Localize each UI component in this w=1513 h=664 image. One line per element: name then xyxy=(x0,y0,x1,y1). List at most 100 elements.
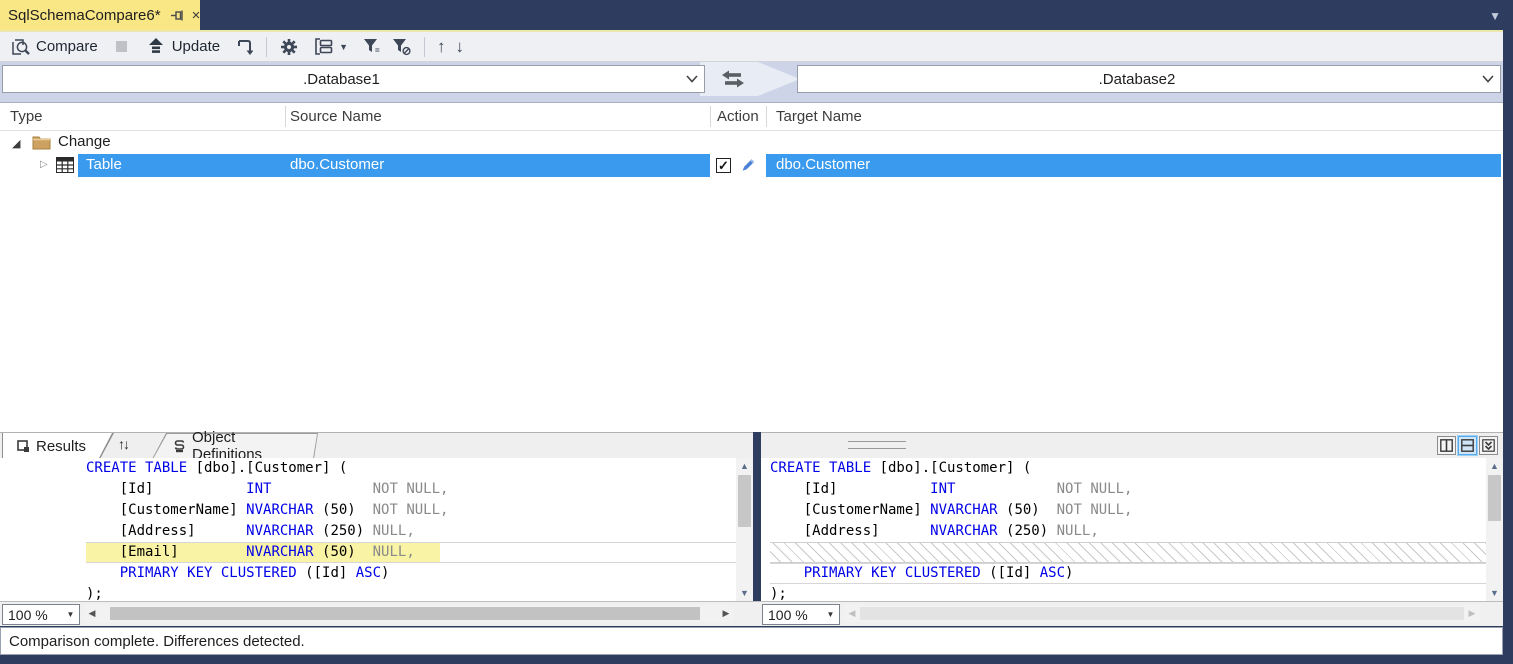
table-row[interactable]: ▷ Table dbo.Customer ✓ xyxy=(0,154,1503,177)
scroll-left-icon[interactable]: ◀ xyxy=(84,608,100,619)
target-zoom-combo[interactable]: 100 % ▼ xyxy=(762,604,840,625)
window-list-caret-icon[interactable]: ▼ xyxy=(1489,9,1501,23)
scroll-left-icon[interactable]: ◀ xyxy=(844,608,860,619)
expander-collapsed-icon[interactable]: ▷ xyxy=(40,159,48,170)
document-tab-strip: SqlSchemaCompare6* × ▼ xyxy=(0,0,1513,30)
missing-line-hatch xyxy=(770,542,1486,563)
update-label: Update xyxy=(172,38,220,55)
chevron-down-icon: ▼ xyxy=(62,610,79,619)
scrollbar-thumb[interactable] xyxy=(1488,475,1501,521)
horizontal-split-button[interactable] xyxy=(1458,436,1477,455)
group-by-icon xyxy=(313,37,333,57)
source-zoom-value: 100 % xyxy=(3,607,62,623)
scroll-up-icon[interactable]: ▲ xyxy=(736,458,753,474)
sort-order-toggle[interactable]: ↑↓ xyxy=(118,436,128,452)
target-horizontal-scrollbar[interactable]: ◀ ▶ xyxy=(844,605,1480,622)
previous-difference-icon[interactable]: ↑ xyxy=(437,37,446,57)
selected-row-target-segment[interactable]: dbo.Customer xyxy=(766,154,1501,177)
column-header-action[interactable]: Action xyxy=(717,108,759,125)
code-line: ); xyxy=(86,584,736,601)
column-separator[interactable] xyxy=(710,106,711,127)
svg-text:=: = xyxy=(375,46,380,55)
target-database-combo[interactable]: .Database2 xyxy=(797,65,1501,93)
chevron-down-icon: ▼ xyxy=(822,610,839,619)
collapse-pane-button[interactable] xyxy=(1479,436,1498,455)
filter-equal-icon[interactable]: = xyxy=(362,37,382,57)
scrollbar-track[interactable] xyxy=(100,605,718,622)
scrollbar-track[interactable] xyxy=(860,605,1464,622)
code-line: PRIMARY KEY CLUSTERED ([Id] ASC) xyxy=(86,563,736,584)
tab-results[interactable]: Results xyxy=(2,433,114,459)
results-body: CREATE TABLE [dbo].[Customer] ( [Id] INT… xyxy=(0,458,1503,601)
scrollbar-thumb[interactable] xyxy=(860,607,1464,620)
toolbar: Compare Update xyxy=(0,32,1503,62)
pin-icon[interactable] xyxy=(170,9,183,22)
update-icon xyxy=(146,37,166,57)
tab-object-definitions[interactable]: Object Definitions xyxy=(152,433,318,459)
document-tab[interactable]: SqlSchemaCompare6* × xyxy=(0,0,200,30)
column-header-source[interactable]: Source Name xyxy=(290,108,382,125)
group-results-button[interactable]: ▼ xyxy=(309,35,352,59)
compare-label: Compare xyxy=(36,38,98,55)
splitter-grip[interactable] xyxy=(848,441,906,449)
grid-header: Type Source Name Action Target Name xyxy=(0,103,1503,131)
filter-clear-icon[interactable] xyxy=(392,37,412,57)
target-zoom-value: 100 % xyxy=(763,607,822,623)
source-zoom-combo[interactable]: 100 % ▼ xyxy=(2,604,80,625)
generate-script-icon[interactable] xyxy=(234,37,254,57)
source-database-combo[interactable]: .Database1 xyxy=(2,65,705,93)
direction-arrow-shape xyxy=(700,62,800,96)
column-header-target[interactable]: Target Name xyxy=(776,108,862,125)
target-code-pane[interactable]: CREATE TABLE [dbo].[Customer] ( [Id] INT… xyxy=(770,458,1486,601)
code-line: CREATE TABLE [dbo].[Customer] ( xyxy=(770,458,1486,479)
vertical-split-button[interactable] xyxy=(1437,436,1456,455)
toolbar-separator xyxy=(424,37,425,57)
code-line: [Email] NVARCHAR (50) NULL, xyxy=(86,542,736,563)
next-difference-icon[interactable]: ↓ xyxy=(456,37,465,57)
group-row-label: Change xyxy=(58,133,111,150)
compare-button[interactable]: Compare xyxy=(6,35,102,59)
code-line: [Id] INT NOT NULL, xyxy=(770,479,1486,500)
scroll-up-icon[interactable]: ▲ xyxy=(1486,458,1503,474)
edit-action-icon[interactable] xyxy=(739,158,755,174)
target-vertical-scrollbar[interactable]: ▲ ▼ xyxy=(1486,458,1503,601)
folder-icon xyxy=(32,134,51,150)
update-button[interactable]: Update xyxy=(142,35,224,59)
include-checkbox[interactable]: ✓ xyxy=(716,158,731,173)
action-cell: ✓ xyxy=(710,154,766,177)
scrollbar-thumb[interactable] xyxy=(738,475,751,527)
options-gear-icon[interactable] xyxy=(279,37,299,57)
status-bar: Comparison complete. Differences detecte… xyxy=(0,627,1503,655)
results-tab-icon xyxy=(17,440,30,453)
window-bottom-border xyxy=(0,655,1513,664)
source-code-pane[interactable]: CREATE TABLE [dbo].[Customer] ( [Id] INT… xyxy=(86,458,736,601)
row-target-name: dbo.Customer xyxy=(776,156,870,173)
selected-row-source-segment[interactable]: Table dbo.Customer xyxy=(78,154,710,177)
code-line: CREATE TABLE [dbo].[Customer] ( xyxy=(86,458,736,479)
expander-expanded-icon[interactable]: ◢ xyxy=(12,137,20,150)
column-separator[interactable] xyxy=(285,106,286,127)
pane-divider[interactable] xyxy=(753,432,761,626)
code-line: [Address] NVARCHAR (250) NULL, xyxy=(770,521,1486,542)
scroll-down-icon[interactable]: ▼ xyxy=(1486,585,1503,601)
status-message: Comparison complete. Differences detecte… xyxy=(9,633,305,650)
column-separator[interactable] xyxy=(766,106,767,127)
group-by-caret-icon: ▼ xyxy=(339,42,348,52)
chevron-down-icon xyxy=(680,75,704,83)
window-right-border xyxy=(1503,30,1513,664)
scroll-down-icon[interactable]: ▼ xyxy=(736,585,753,601)
stop-icon xyxy=(112,37,132,57)
table-icon xyxy=(56,157,74,173)
source-horizontal-scrollbar[interactable]: ◀ ▶ xyxy=(84,605,734,622)
source-vertical-scrollbar[interactable]: ▲ ▼ xyxy=(736,458,753,601)
code-line: [CustomerName] NVARCHAR (50) NOT NULL, xyxy=(86,500,736,521)
group-row-change[interactable]: ◢ Change xyxy=(0,131,1503,154)
scroll-right-icon[interactable]: ▶ xyxy=(1464,608,1480,619)
scrollbar-thumb[interactable] xyxy=(110,607,700,620)
scroll-right-icon[interactable]: ▶ xyxy=(718,608,734,619)
close-icon[interactable]: × xyxy=(192,7,201,24)
swap-databases-icon[interactable] xyxy=(722,70,744,88)
schema-compare-window: SqlSchemaCompare6* × ▼ Compare xyxy=(0,0,1513,664)
source-database-value: .Database1 xyxy=(3,71,680,88)
column-header-type[interactable]: Type xyxy=(10,108,43,125)
